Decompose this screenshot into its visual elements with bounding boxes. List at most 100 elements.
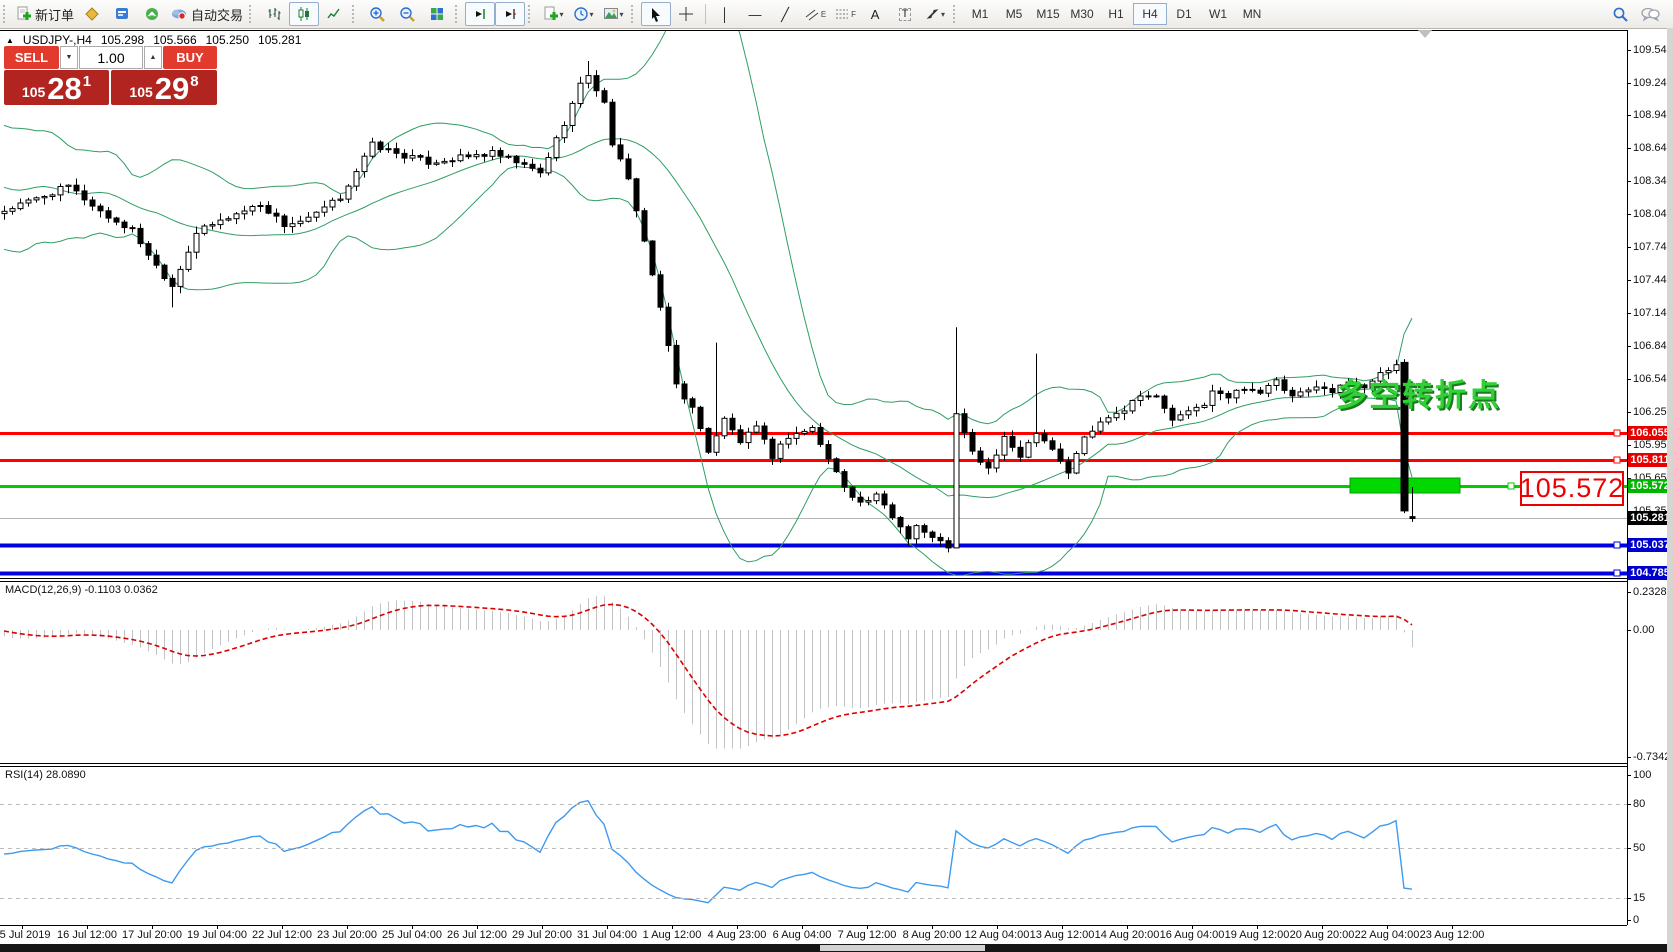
chart-shift-marker[interactable] <box>1418 30 1432 38</box>
candle-body <box>58 187 63 195</box>
candle-body <box>890 505 895 518</box>
candlestick-layer <box>2 61 1415 552</box>
candle-body <box>906 527 911 539</box>
volume-input[interactable]: 1.00 <box>79 46 143 69</box>
candle-body <box>1330 389 1335 393</box>
candle-body <box>42 197 47 198</box>
macd-tick-label: -0.7342 <box>1633 751 1670 763</box>
bar-low: 105.250 <box>206 33 249 47</box>
candle-body <box>370 142 375 156</box>
candle-body <box>330 200 335 207</box>
symbol-name: USDJPY-,H4 <box>23 33 92 47</box>
sell-price-point: 1 <box>83 73 91 90</box>
price-tag-104.785[interactable]: 104.785 <box>1628 566 1672 580</box>
candle-body <box>1034 434 1039 443</box>
price-tag-105.811[interactable]: 105.811 <box>1628 453 1672 467</box>
candle-body <box>434 163 439 164</box>
candle-body <box>778 444 783 458</box>
rsi-tick-label: 15 <box>1633 892 1645 904</box>
candle-body <box>914 526 919 539</box>
volume-up-button[interactable]: ▲ <box>144 46 162 69</box>
candle-body <box>754 426 759 432</box>
rsi-tick-label: 80 <box>1633 798 1645 810</box>
hline-handle[interactable] <box>1614 457 1620 463</box>
rsi-tick-label: 100 <box>1633 769 1651 781</box>
candle-body <box>258 206 263 207</box>
hline-handle[interactable] <box>1614 570 1620 576</box>
candle-body <box>274 213 279 216</box>
price-tag-105.037[interactable]: 105.037 <box>1628 538 1672 552</box>
rsi-layer <box>0 801 1627 903</box>
candle-body <box>802 431 807 433</box>
candle-body <box>570 103 575 125</box>
one-click-trade-panel: SELL ▼ 1.00 ▲ BUY 105 28 1 105 29 8 <box>4 46 217 105</box>
buy-price-display[interactable]: 105 29 8 <box>111 70 217 105</box>
rsi-line <box>4 801 1412 903</box>
candle-body <box>154 255 159 265</box>
hline-handle[interactable] <box>1614 430 1620 436</box>
candle-body <box>554 138 559 158</box>
time-tick-label: 16 Aug 04:00 <box>1160 929 1225 941</box>
candle-body <box>1298 392 1303 396</box>
buy-price-pips: 29 <box>155 73 189 104</box>
candle-body <box>98 206 103 211</box>
candle-body <box>866 501 871 503</box>
candle-body <box>1410 517 1415 519</box>
candle-body <box>562 126 567 138</box>
candle-body <box>506 156 511 157</box>
candle-body <box>858 497 863 502</box>
rsi-tick-label: 0 <box>1633 914 1639 926</box>
candle-body <box>490 151 495 157</box>
candle-body <box>226 219 231 220</box>
candle-body <box>954 414 959 548</box>
time-tick-label: 7 Aug 12:00 <box>838 929 897 941</box>
sell-button[interactable]: SELL <box>4 46 59 69</box>
time-tick-label: 1 Aug 12:00 <box>643 929 702 941</box>
bar-close: 105.281 <box>258 33 301 47</box>
horizontal-scrollbar-thumb[interactable] <box>820 945 985 951</box>
time-tick-label: 26 Jul 12:00 <box>447 929 507 941</box>
candle-body <box>122 222 127 228</box>
candle-body <box>1130 401 1135 411</box>
hline-handle[interactable] <box>1614 542 1620 548</box>
candle-body <box>338 199 343 200</box>
candle-body <box>1042 434 1047 441</box>
candle-body <box>394 149 399 154</box>
price-tag-105.572[interactable]: 105.572 <box>1628 479 1672 493</box>
sell-price-display[interactable]: 105 28 1 <box>4 70 109 105</box>
symbol-header: ▲ USDJPY-,H4 105.298 105.566 105.250 105… <box>6 33 301 47</box>
chart-annotation-text[interactable]: 多空转折点 <box>1336 370 1501 415</box>
macd-tick-label: 0.00 <box>1633 624 1654 636</box>
candle-body <box>146 244 151 256</box>
window-right-edge <box>1667 28 1673 952</box>
candle-body <box>1290 390 1295 396</box>
candle-body <box>130 228 135 229</box>
candle-body <box>186 252 191 269</box>
buy-button[interactable]: BUY <box>163 46 217 69</box>
time-tick-label: 8 Aug 20:00 <box>903 929 962 941</box>
volume-down-button[interactable]: ▼ <box>60 46 78 69</box>
candle-body <box>1314 387 1319 390</box>
price-callout-box[interactable]: 105.572 <box>1520 471 1624 506</box>
candle-body <box>1074 454 1079 474</box>
candle-body <box>874 494 879 501</box>
candle-body <box>882 494 887 505</box>
candle-body <box>1050 441 1055 449</box>
candle-body <box>730 418 735 430</box>
hline-handle[interactable] <box>1508 483 1514 489</box>
price-tag-105.281[interactable]: 105.281 <box>1628 511 1672 525</box>
time-tick-label: 19 Jul 04:00 <box>187 929 247 941</box>
candle-body <box>586 76 591 84</box>
time-tick-label: 31 Jul 04:00 <box>577 929 637 941</box>
time-tick-label: 22 Aug 04:00 <box>1355 929 1420 941</box>
candle-body <box>746 432 751 442</box>
candle-body <box>210 225 215 226</box>
candle-body <box>738 430 743 443</box>
candle-body <box>458 155 463 161</box>
candle-body <box>1106 418 1111 422</box>
symbol-collapse-arrow[interactable]: ▲ <box>6 36 14 45</box>
candle-body <box>466 155 471 157</box>
candle-body <box>978 451 983 462</box>
price-tag-106.055[interactable]: 106.055 <box>1628 426 1672 440</box>
candle-body <box>1274 380 1279 386</box>
